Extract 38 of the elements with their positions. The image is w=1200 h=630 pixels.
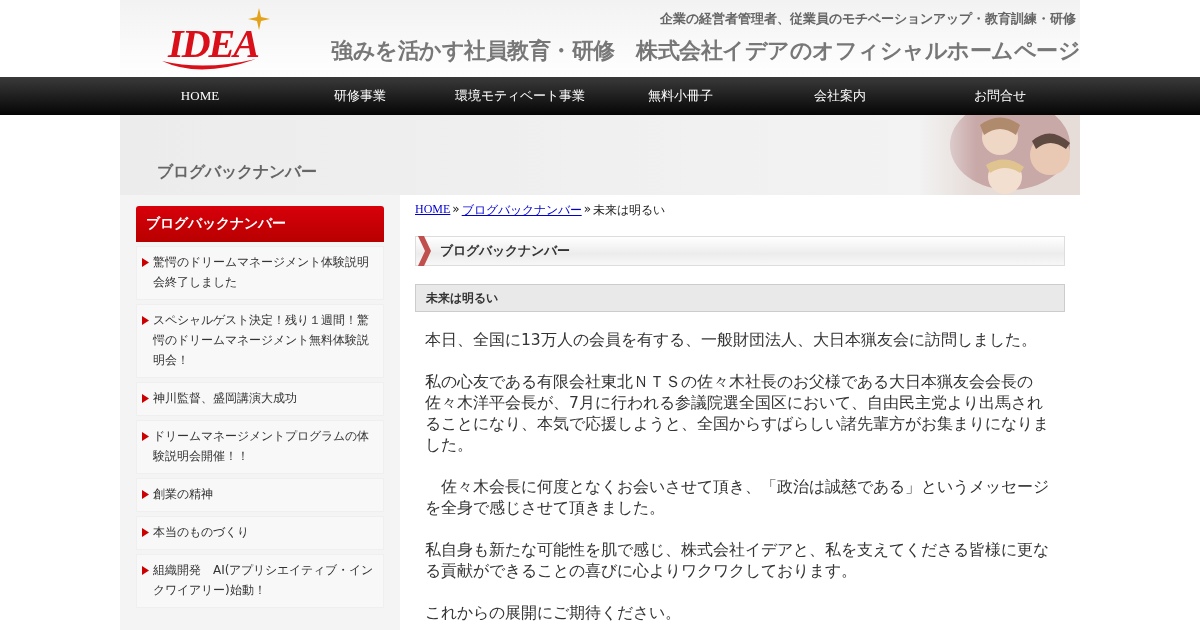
triangle-icon [142, 528, 149, 537]
tagline: 企業の経営者管理者、従業員のモチベーションアップ・教育訓練・研修 [660, 10, 1077, 28]
triangle-icon [142, 258, 149, 267]
breadcrumb-link[interactable]: ブログバックナンバー [461, 202, 582, 219]
post-title: 未来は明るい [415, 284, 1065, 312]
chevron-icon [416, 236, 432, 266]
post-paragraph: 佐々木会長に何度となくお会いさせて頂き、「政治は誠慈である」というメッセージを全身で感じさせて頂きました。 [425, 477, 1050, 519]
sidebar-link[interactable]: 驚愕のドリームマネージメント体験説明会終了しました [136, 246, 384, 300]
current-page-title: 未来は明るい [593, 202, 666, 219]
triangle-icon [142, 316, 149, 325]
triangle-icon [142, 394, 149, 403]
sidebar-link[interactable]: 創業の精神 [136, 478, 384, 512]
nav-link[interactable]: お問合せ [920, 77, 1080, 115]
post-paragraph: 本日、全国に13万人の会員を有する、一般財団法人、大日本猟友会に訪問しました。 [425, 330, 1038, 351]
triangle-icon [142, 432, 149, 441]
sidebar-link[interactable]: 本当のものづくり [136, 516, 384, 550]
nav-link[interactable]: 環境モティベート事業 [440, 77, 600, 115]
breadcrumb-separator: » [583, 202, 592, 218]
sidebar-link[interactable]: ドリームマネージメントプログラムの体験説明会開催！！ [136, 420, 384, 474]
breadcrumb-link[interactable]: HOME [415, 202, 451, 219]
banner-title: ブログバックナンバー [157, 162, 317, 183]
section-title-text: ブログバックナンバー [440, 242, 570, 260]
breadcrumb-separator: » [452, 202, 460, 218]
post-paragraph: 私の心友である有限会社東北ＮＴＳの佐々木社長のお父様である大日本猟友会会長の佐々木洋平会長が、7月に行われる参議院選全国区において、自由民主党より出馬されることになり、本気で応援しようと、全国からすばらしい諸先輩方がお集まりになりました。 [425, 372, 1050, 456]
logo[interactable]: IDEA [160, 8, 270, 77]
nav-link[interactable]: 無料小冊子 [600, 77, 760, 115]
sidebar-link[interactable]: 組織開発 AI(アプリシエイティブ・インクワイアリー)始動！ [136, 554, 384, 608]
nav-link[interactable]: 会社案内 [760, 77, 920, 115]
sidebar-heading: ブログバックナンバー [136, 206, 384, 242]
sidebar-link[interactable]: 神川監督、盛岡講演大成功 [136, 382, 384, 416]
post-paragraph: これからの展開にご期待ください。 [425, 603, 682, 624]
triangle-icon [142, 490, 149, 499]
triangle-icon [142, 566, 149, 575]
nav-link[interactable]: HOME [120, 77, 280, 115]
post-paragraph: 私自身も新たな可能性を肌で感じ、株式会社イデアと、私を支えてくださる皆様に更なる貢献ができることの喜びに心よりワクワクしております。 [425, 540, 1050, 582]
sidebar-link[interactable]: スペシャルゲスト決定！残り１週間！驚愕のドリームマネージメント無料体験説明会！ [136, 304, 384, 378]
site-title: 強みを活かす社員教育・研修 株式会社イデアのオフィシャルホームページ [331, 37, 1080, 65]
nav-link[interactable]: 研修事業 [280, 77, 440, 115]
